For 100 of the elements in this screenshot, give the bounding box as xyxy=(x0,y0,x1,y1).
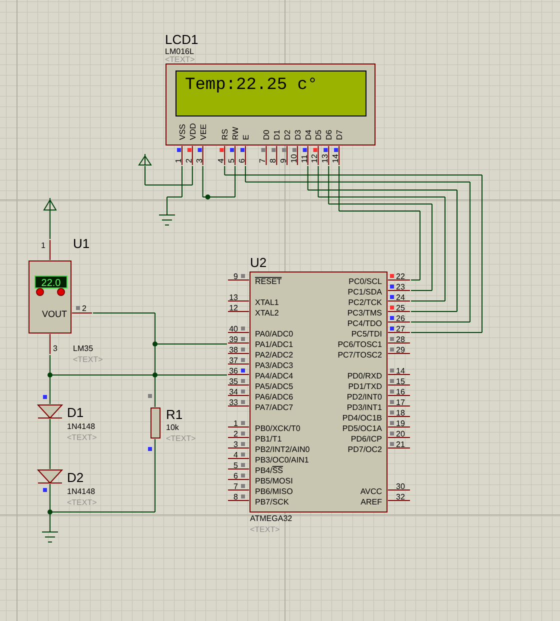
pin-name: PA6/ADC6 xyxy=(255,392,294,402)
pin-name: PC1/SDA xyxy=(348,288,382,296)
pin-number: 10 xyxy=(289,154,298,163)
pin-number: 37 xyxy=(229,356,238,365)
pin-number: 25 xyxy=(396,304,405,312)
pin-number: 29 xyxy=(396,346,405,354)
pin-number: 30 xyxy=(396,482,405,491)
pin-number: 21 xyxy=(396,440,405,449)
pin-number: 14 xyxy=(331,154,340,163)
pin-name: D4 xyxy=(304,130,313,140)
pin-name: PC6/TOSC1 xyxy=(338,340,382,349)
diode-symbol xyxy=(38,404,64,418)
pin-name: PD3/INT1 xyxy=(346,403,382,412)
pin-number: 35 xyxy=(229,377,238,386)
pin-name: D3 xyxy=(293,130,302,140)
resistor-symbol xyxy=(150,408,160,438)
pin-name: RS xyxy=(220,128,230,140)
pin-name: PA7/ADC7 xyxy=(255,403,294,412)
pin-number: 27 xyxy=(396,324,405,334)
temperature-display xyxy=(34,276,68,288)
pin-name: PD5/OC1A xyxy=(342,424,382,433)
pin-name: AVCC xyxy=(360,487,382,496)
ground-icon xyxy=(42,532,58,542)
pin-name: PD2/INT0 xyxy=(346,392,382,402)
pin-name: VDD xyxy=(188,123,198,140)
pin-number: 1 xyxy=(234,419,238,428)
pin-number: 13 xyxy=(229,293,238,302)
pin-number: 32 xyxy=(396,492,405,502)
junction-dot xyxy=(152,342,158,346)
pin-number: 9 xyxy=(234,272,238,281)
component-part: ATMEGA32 xyxy=(250,514,292,523)
pin-name: PD0/RXD xyxy=(347,372,382,380)
pin-name: PB3/OC0/AIN1 xyxy=(255,456,309,464)
pin-number: 3 xyxy=(194,158,204,163)
pin-number: 5 xyxy=(234,461,238,470)
power-terminal-icon xyxy=(44,198,56,210)
pin-name: PC5/TDI xyxy=(351,330,382,338)
component-part: 1N4148 xyxy=(67,487,96,496)
pin-number: 20 xyxy=(396,430,405,438)
pin-number: 2 xyxy=(184,158,194,163)
pin-name: PB2/INT2/AIN0 xyxy=(255,445,310,454)
junction-dot xyxy=(205,194,210,200)
junction-dot xyxy=(48,372,52,378)
pin-number: 8 xyxy=(234,492,238,502)
pin-number: 14 xyxy=(396,366,405,376)
decrease-button-icon[interactable] xyxy=(36,288,44,296)
pin-name: XTAL1 xyxy=(255,298,279,307)
lcd-text: Temp:22.25 c° xyxy=(185,76,318,95)
pin-number: 36 xyxy=(229,366,238,376)
pin-number: 7 xyxy=(234,482,238,491)
component-reference: U1 xyxy=(73,236,90,251)
pin-number: 16 xyxy=(396,388,405,396)
diode-symbol xyxy=(38,470,64,484)
pin-name: E xyxy=(241,134,250,140)
pin-number: 12 xyxy=(229,304,238,312)
pin-number: 11 xyxy=(300,154,309,163)
pin-name: PC3/TMS xyxy=(347,308,382,318)
pin-number: 1 xyxy=(41,241,46,250)
pin-number: 34 xyxy=(229,388,238,396)
pin-name: PC7/TOSC2 xyxy=(338,350,382,360)
pin-name: PC2/TCK xyxy=(348,298,382,307)
pin-number: 13 xyxy=(320,154,330,163)
pin-number: 3 xyxy=(234,440,238,449)
pin-name: PD4/OC1B xyxy=(342,414,382,422)
pin-name: PB5/MOSI xyxy=(255,476,293,486)
pin-number: 26 xyxy=(396,314,405,323)
pin-name: PD6/ICP xyxy=(350,434,382,444)
pin-name: VSS xyxy=(178,124,187,140)
pin-name: RW xyxy=(231,126,240,140)
pin-number: 33 xyxy=(229,398,238,407)
increase-button-icon[interactable] xyxy=(57,288,65,296)
pin-name: PA3/ADC3 xyxy=(255,361,294,370)
power-terminal-icon xyxy=(138,154,152,166)
pin-number: 15 xyxy=(396,377,405,386)
junction-dot xyxy=(152,372,158,378)
pin-number: 5 xyxy=(227,158,236,163)
pin-number: 2 xyxy=(82,304,86,313)
pin-name: PC0/SCL xyxy=(348,277,382,286)
pin-name: PD1/TXD xyxy=(348,382,382,391)
pin-name: XTAL2 xyxy=(255,308,279,318)
pin-number: 9 xyxy=(279,158,288,163)
pin-number: 4 xyxy=(216,158,226,163)
pin-name: PA4/ADC4 xyxy=(255,372,294,380)
pin-name: PA1/ADC1 xyxy=(255,340,294,349)
component-part: LM016L xyxy=(165,47,194,56)
temperature-reading: 22.0 xyxy=(41,278,61,289)
pin-name: D1 xyxy=(272,130,282,140)
pin-name: PC4/TDO xyxy=(347,319,382,328)
pin-name: D2 xyxy=(283,130,292,140)
pin-number: 28 xyxy=(396,335,405,344)
pin-name: PA2/ADC2 xyxy=(255,350,294,360)
pin-number: 1 xyxy=(174,158,183,163)
pin-name: PA0/ADC0 xyxy=(255,330,294,338)
pin-name: VEE xyxy=(198,124,208,140)
pin-name: D5 xyxy=(314,130,324,140)
pin-number: 3 xyxy=(53,344,58,353)
component-part: 1N4148 xyxy=(67,422,96,431)
pin-number: 12 xyxy=(310,154,320,163)
pin-number: 19 xyxy=(396,419,405,428)
pin-number: 24 xyxy=(396,293,405,302)
